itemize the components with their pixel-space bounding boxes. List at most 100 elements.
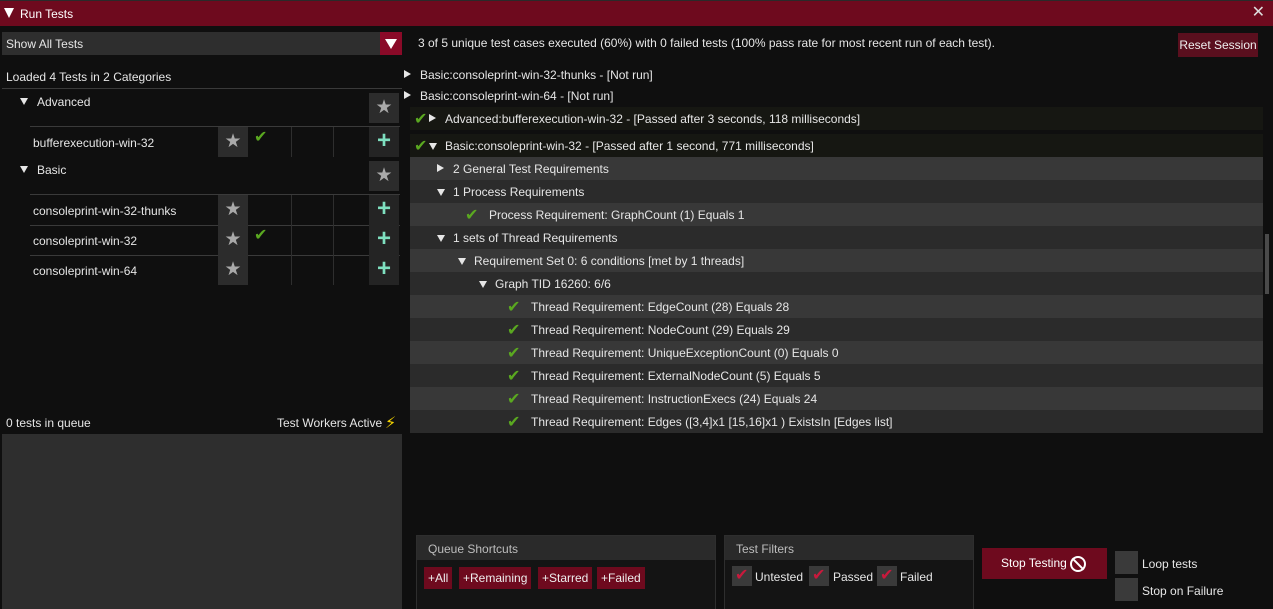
expand-triangle-icon[interactable] (429, 143, 437, 150)
result-label: 2 General Test Requirements (453, 162, 609, 176)
stop-on-failure-checkbox[interactable] (1115, 578, 1138, 601)
dropdown-arrow-icon[interactable] (380, 32, 402, 55)
result-row[interactable]: ✔ Advanced:bufferexecution-win-32 - [Pass… (410, 107, 1263, 130)
add-to-queue-button[interactable]: + (369, 127, 399, 157)
result-row[interactable]: ✔ Thread Requirement: ExternalNodeCount (… (410, 364, 1263, 387)
failed-filter-label: Failed (900, 570, 933, 584)
stop-testing-button[interactable]: Stop Testing (982, 548, 1107, 579)
test-item-consoleprint-win-32[interactable]: consoleprint-win-32 (33, 234, 137, 248)
passed-check-icon: ✔ (507, 345, 521, 362)
collapsed-triangle-icon[interactable] (429, 114, 436, 122)
loop-tests-label: Loop tests (1142, 557, 1198, 571)
result-label: 1 sets of Thread Requirements (453, 231, 618, 245)
result-row[interactable]: Graph TID 16260: 6/6 (410, 272, 1263, 295)
star-test-button[interactable]: ★ (218, 127, 248, 157)
result-row[interactable]: Basic:consoleprint-win-64 - [Not run] (404, 84, 1263, 107)
result-label: Advanced:bufferexecution-win-32 - [Passe… (445, 112, 861, 126)
star-test-button[interactable]: ★ (218, 255, 248, 285)
scrollbar-thumb[interactable] (1265, 234, 1269, 294)
expand-triangle-icon[interactable] (20, 98, 28, 105)
panel-header: Test Filters (725, 536, 973, 560)
cell-divider (291, 195, 292, 225)
test-item-consoleprint-win-32-thunks[interactable]: consoleprint-win-32-thunks (33, 204, 176, 218)
star-category-basic-button[interactable]: ★ (369, 161, 399, 191)
passed-check-icon: ✔ (507, 299, 521, 316)
result-row[interactable]: ✔ Process Requirement: GraphCount (1) Equ… (410, 203, 1263, 226)
test-queue-list[interactable] (2, 434, 402, 609)
lightning-bolt-icon: ⚡ (385, 415, 397, 432)
divider (30, 126, 400, 127)
result-row[interactable]: Basic:consoleprint-win-32-thunks - [Not … (404, 63, 1263, 86)
queue-starred-button[interactable]: +Starred (538, 567, 593, 589)
cell-divider (291, 127, 292, 157)
add-to-queue-button[interactable]: + (369, 225, 399, 255)
panel-header: Queue Shortcuts (417, 536, 715, 560)
queue-count-label: 0 tests in queue (6, 416, 91, 430)
result-row[interactable]: ✔ Thread Requirement: InstructionExecs (2… (410, 387, 1263, 410)
add-to-queue-button[interactable]: + (369, 195, 399, 225)
passed-filter-checkbox[interactable]: ✔ (809, 566, 829, 586)
checkmark-icon: ✔ (812, 567, 826, 584)
collapsed-triangle-icon[interactable] (437, 164, 444, 172)
test-item-bufferexecution-win-32[interactable]: bufferexecution-win-32 (33, 136, 154, 150)
run-summary: 3 of 5 unique test cases executed (60%) … (418, 36, 995, 50)
test-item-consoleprint-win-64[interactable]: consoleprint-win-64 (33, 264, 137, 278)
category-label: Advanced (37, 95, 91, 109)
passed-check-icon: ✔ (254, 129, 268, 146)
result-label: Thread Requirement: EdgeCount (28) Equal… (531, 300, 790, 314)
result-row[interactable]: 2 General Test Requirements (410, 157, 1263, 180)
result-row[interactable]: ✔ Thread Requirement: NodeCount (29) Equa… (410, 318, 1263, 341)
category-label: Basic (37, 163, 67, 177)
star-test-button[interactable]: ★ (218, 225, 248, 255)
loaded-tests-label: Loaded 4 Tests in 2 Categories (6, 70, 172, 84)
result-row[interactable]: Requirement Set 0: 6 conditions [met by … (410, 249, 1263, 272)
close-icon[interactable]: ✕ (1252, 5, 1265, 21)
result-label: 1 Process Requirements (453, 185, 585, 199)
cancel-icon (1070, 556, 1086, 572)
divider (30, 225, 400, 226)
result-row[interactable]: ✔ Thread Requirement: UniqueExceptionCoun… (410, 341, 1263, 364)
divider (2, 88, 402, 89)
result-label: Basic:consoleprint-win-32 - [Passed afte… (445, 139, 814, 153)
test-filters-title: Test Filters (736, 542, 795, 556)
reset-session-button[interactable]: Reset Session (1178, 33, 1258, 57)
queue-all-button[interactable]: +All (424, 567, 453, 589)
window-title: Run Tests (20, 7, 74, 21)
expand-triangle-icon[interactable] (479, 281, 487, 288)
result-row[interactable]: ✔ Basic:consoleprint-win-32 - [Passed aft… (410, 134, 1263, 157)
expand-triangle-icon[interactable] (458, 258, 466, 265)
queue-failed-button[interactable]: +Failed (597, 567, 645, 589)
workers-active-label: Test Workers Active (277, 416, 383, 430)
loop-tests-checkbox[interactable] (1115, 551, 1138, 574)
result-row[interactable]: 1 sets of Thread Requirements (410, 226, 1263, 249)
expand-triangle-icon[interactable] (437, 189, 445, 196)
passed-check-icon: ✔ (507, 368, 521, 385)
expand-triangle-icon[interactable] (20, 166, 28, 173)
result-row[interactable]: ✔ Thread Requirement: EdgeCount (28) Equa… (410, 295, 1263, 318)
passed-filter-label: Passed (833, 570, 874, 584)
result-row[interactable]: 1 Process Requirements (410, 180, 1263, 203)
failed-filter-checkbox[interactable]: ✔ (877, 566, 897, 586)
test-filter-value: Show All Tests (6, 37, 84, 51)
results-scrollbar[interactable] (1263, 36, 1271, 436)
title-bar: Run Tests ✕ (0, 0, 1273, 26)
collapse-triangle-icon[interactable] (4, 8, 14, 18)
test-filter-select[interactable]: Show All Tests (2, 32, 402, 55)
stop-on-failure-label: Stop on Failure (1142, 584, 1224, 598)
cell-divider (333, 195, 334, 225)
queue-remaining-button[interactable]: +Remaining (459, 567, 532, 589)
collapsed-triangle-icon[interactable] (404, 70, 411, 78)
star-category-advanced-button[interactable]: ★ (369, 93, 399, 123)
result-label: Thread Requirement: InstructionExecs (24… (531, 392, 818, 406)
result-row[interactable]: ✔ Thread Requirement: Edges ([3,4]x1 [15,… (410, 410, 1263, 433)
category-basic[interactable]: Basic (20, 163, 66, 177)
expand-triangle-icon[interactable] (437, 235, 445, 242)
add-to-queue-button[interactable]: + (369, 255, 399, 285)
cell-divider (333, 255, 334, 285)
category-advanced[interactable]: Advanced (20, 95, 90, 109)
untested-filter-checkbox[interactable]: ✔ (732, 566, 752, 586)
passed-check-icon: ✔ (414, 111, 428, 128)
cell-divider (333, 127, 334, 157)
collapsed-triangle-icon[interactable] (404, 91, 411, 99)
star-test-button[interactable]: ★ (218, 195, 248, 225)
